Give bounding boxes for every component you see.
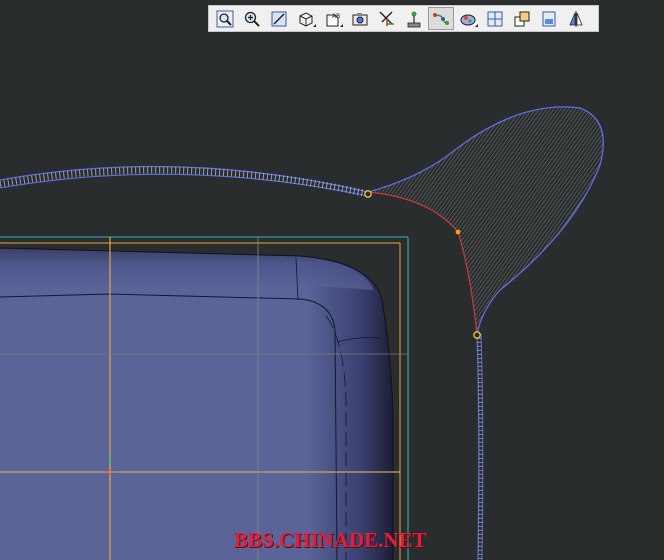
side-curve[interactable] — [476, 333, 484, 560]
plane-normal-icon — [271, 11, 287, 26]
mirror-icon — [569, 10, 583, 27]
axis-icon — [379, 11, 394, 26]
model-surface[interactable] — [0, 247, 394, 560]
layout-icon — [542, 11, 556, 26]
tree-button[interactable] — [401, 7, 427, 30]
control-point-mid[interactable] — [455, 229, 461, 235]
layout-button[interactable] — [536, 7, 562, 30]
magnifier-plus-icon — [244, 11, 260, 27]
magnifier-box-icon — [216, 10, 234, 27]
svg-text:AB: AB — [332, 13, 340, 20]
boundary-curve[interactable] — [0, 165, 369, 198]
control-point-end[interactable] — [473, 331, 481, 339]
fit-all-button[interactable] — [212, 7, 238, 30]
camera-icon — [352, 12, 368, 25]
window-icon — [514, 11, 530, 26]
window-button[interactable] — [509, 7, 535, 30]
blend-surface[interactable] — [367, 106, 604, 335]
tree-icon — [407, 11, 421, 27]
view-toolbar: AB — [208, 5, 599, 32]
view-cube-button[interactable] — [293, 7, 319, 30]
axis-button[interactable] — [374, 7, 400, 30]
capture-button[interactable] — [347, 7, 373, 30]
grid-icon — [487, 11, 503, 26]
zoom-button[interactable] — [239, 7, 265, 30]
3d-viewport[interactable] — [0, 0, 664, 560]
connect-button[interactable] — [428, 7, 454, 30]
shading-button[interactable] — [455, 7, 481, 30]
curve-connect-icon — [433, 12, 449, 25]
watermark-text: BBS.CHINADE.NET — [234, 528, 427, 552]
text-button[interactable]: AB — [320, 7, 346, 30]
normal-view-button[interactable] — [266, 7, 292, 30]
control-point-start[interactable] — [364, 190, 372, 198]
grid-button[interactable] — [482, 7, 508, 30]
mirror-button[interactable] — [563, 7, 589, 30]
